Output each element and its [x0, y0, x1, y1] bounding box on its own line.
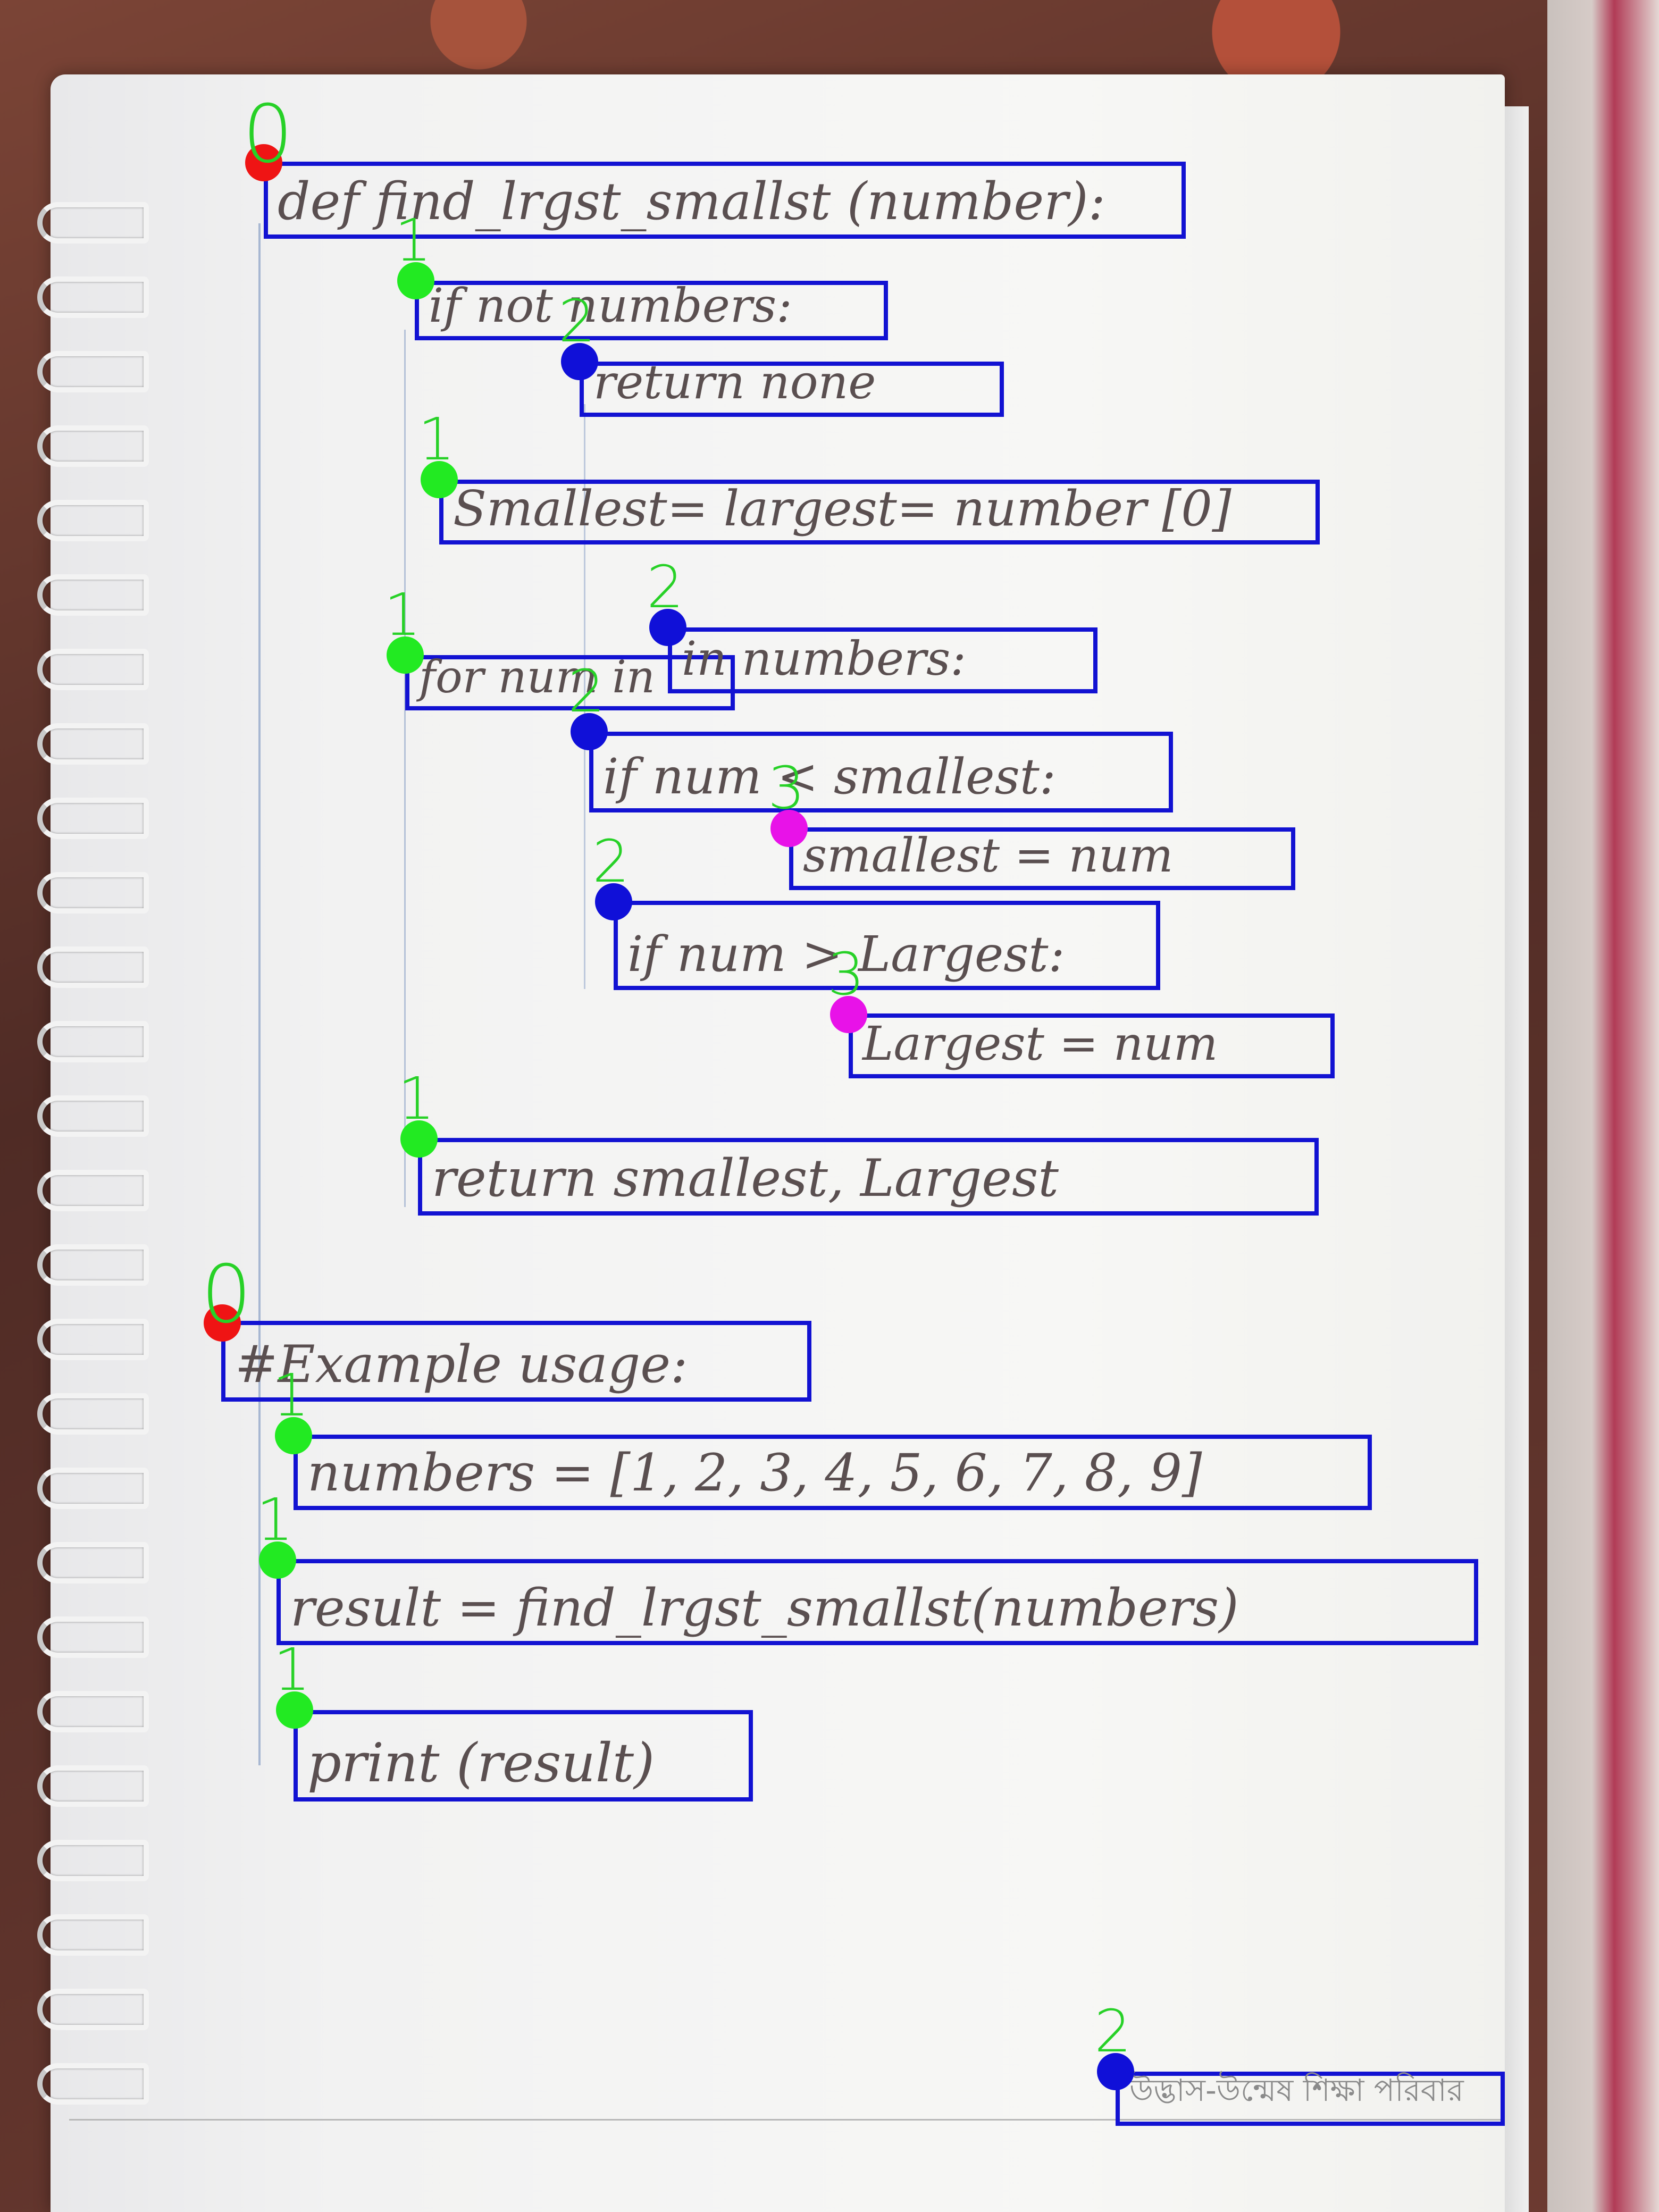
spiral-coil — [37, 1542, 149, 1583]
code-line-text: numbers = [1, 2, 3, 4, 5, 6, 7, 8, 9] — [307, 1443, 1202, 1503]
spiral-coil — [37, 946, 149, 988]
spiral-binding — [37, 202, 149, 2169]
spiral-coil — [37, 1989, 149, 2030]
spiral-coil — [37, 723, 149, 765]
code-line-text: result = find_lrgst_smallst(numbers) — [290, 1578, 1239, 1638]
code-line-smallest-assign: smallest = num — [789, 827, 1295, 890]
code-line-result-call: result = find_lrgst_smallst(numbers) — [276, 1559, 1478, 1645]
code-line-text: return none — [593, 355, 876, 409]
level-label: 2 — [568, 657, 605, 725]
spiral-coil — [37, 1691, 149, 1732]
code-line-text: if not numbers: — [429, 278, 792, 333]
spiral-coil — [37, 202, 149, 244]
code-line-in-numbers: in numbers: — [668, 627, 1097, 693]
spiral-coil — [37, 351, 149, 392]
code-line-comment: #Example usage: — [221, 1321, 811, 1402]
spiral-coil — [37, 425, 149, 467]
spiral-coil — [37, 276, 149, 318]
background-right-edge — [1547, 0, 1659, 2212]
page-footer-brand: উদ্ভাস-উন্মেষ শিক্ষা পরিবার — [1116, 2072, 1505, 2126]
page-stack-edge — [1505, 106, 1529, 2212]
spiral-coil — [37, 798, 149, 839]
level-label: 1 — [384, 581, 421, 649]
level-label: 2 — [647, 553, 684, 621]
level-label: 2 — [592, 827, 630, 895]
level-label: 2 — [558, 287, 596, 355]
code-line-text: if num < smallest: — [603, 748, 1056, 805]
code-line-text: print (result) — [307, 1732, 655, 1794]
code-line-largest-assign: Largest = num — [849, 1013, 1335, 1078]
code-line-return-none: return none — [580, 355, 1004, 417]
code-line-text: return smallest, Largest — [432, 1149, 1059, 1208]
code-line-text: in numbers: — [682, 631, 966, 686]
spiral-coil — [37, 872, 149, 914]
level-label: 3 — [827, 940, 865, 1008]
spiral-coil — [37, 574, 149, 616]
code-line-text: for num in — [419, 651, 656, 703]
level-label: 2 — [1094, 1997, 1132, 2065]
code-line-text: Largest = num — [862, 1016, 1218, 1071]
spiral-coil — [37, 500, 149, 541]
level-label: 0 — [242, 88, 294, 181]
level-label: 1 — [395, 206, 432, 274]
code-line-print: print (result) — [294, 1710, 753, 1802]
level-label: 1 — [272, 1361, 309, 1429]
spiral-coil — [37, 1914, 149, 1956]
level-label: 1 — [256, 1486, 294, 1554]
level-label: 0 — [201, 1249, 252, 1341]
footer-brand-text: উদ্ভাস-উন্মেষ শিক্ষা পরিবার — [1129, 2072, 1464, 2108]
spiral-coil — [37, 1021, 149, 1062]
spiral-coil — [37, 1616, 149, 1658]
level-label: 1 — [418, 405, 455, 473]
spiral-coil — [37, 1840, 149, 1881]
spiral-coil — [37, 1170, 149, 1211]
code-line-numbers-list: numbers = [1, 2, 3, 4, 5, 6, 7, 8, 9] — [294, 1435, 1372, 1510]
spiral-coil — [37, 2063, 149, 2105]
level-label: 1 — [398, 1065, 435, 1133]
spiral-coil — [37, 649, 149, 690]
code-line-text: smallest = num — [803, 828, 1174, 883]
code-line-if-largest: if num > Largest: — [614, 901, 1160, 990]
code-line-if-smallest: if num < smallest: — [589, 732, 1173, 812]
spiral-coil — [37, 1319, 149, 1360]
spiral-coil — [37, 1765, 149, 1807]
code-line-text: Smallest= largest= number [0] — [453, 480, 1231, 537]
code-line-assign: Smallest= largest= number [0] — [439, 480, 1320, 544]
spiral-coil — [37, 1468, 149, 1509]
code-line-return-result: return smallest, Largest — [418, 1138, 1319, 1216]
spiral-coil — [37, 1095, 149, 1137]
code-line-if-not: if not numbers: — [415, 278, 888, 340]
spiral-coil — [37, 1244, 149, 1286]
level-label: 3 — [768, 754, 805, 822]
spiral-coil — [37, 1393, 149, 1435]
level-label: 1 — [273, 1636, 311, 1704]
